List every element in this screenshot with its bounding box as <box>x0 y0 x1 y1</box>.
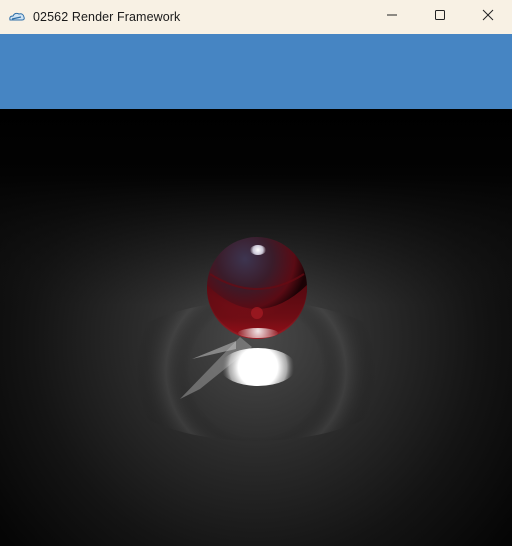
close-icon <box>482 8 494 26</box>
minimize-button[interactable] <box>368 0 416 34</box>
window-controls <box>368 0 512 34</box>
rendered-scene <box>0 109 512 546</box>
window-title: 02562 Render Framework <box>33 10 181 24</box>
maximize-button[interactable] <box>416 0 464 34</box>
render-viewport[interactable] <box>0 109 512 546</box>
title-bar[interactable]: 02562 Render Framework <box>0 0 512 34</box>
sphere-bottom-glow <box>238 328 278 338</box>
close-button[interactable] <box>464 0 512 34</box>
app-window: 02562 Render Framework <box>0 0 512 546</box>
specular-highlight <box>250 245 266 255</box>
app-cloud-icon <box>8 10 26 24</box>
caustic-spot <box>220 348 296 386</box>
maximize-icon <box>434 8 446 26</box>
minimize-icon <box>386 8 398 26</box>
sphere <box>207 237 307 339</box>
sphere-refraction-dot <box>251 307 263 319</box>
toolbar-band <box>0 34 512 109</box>
